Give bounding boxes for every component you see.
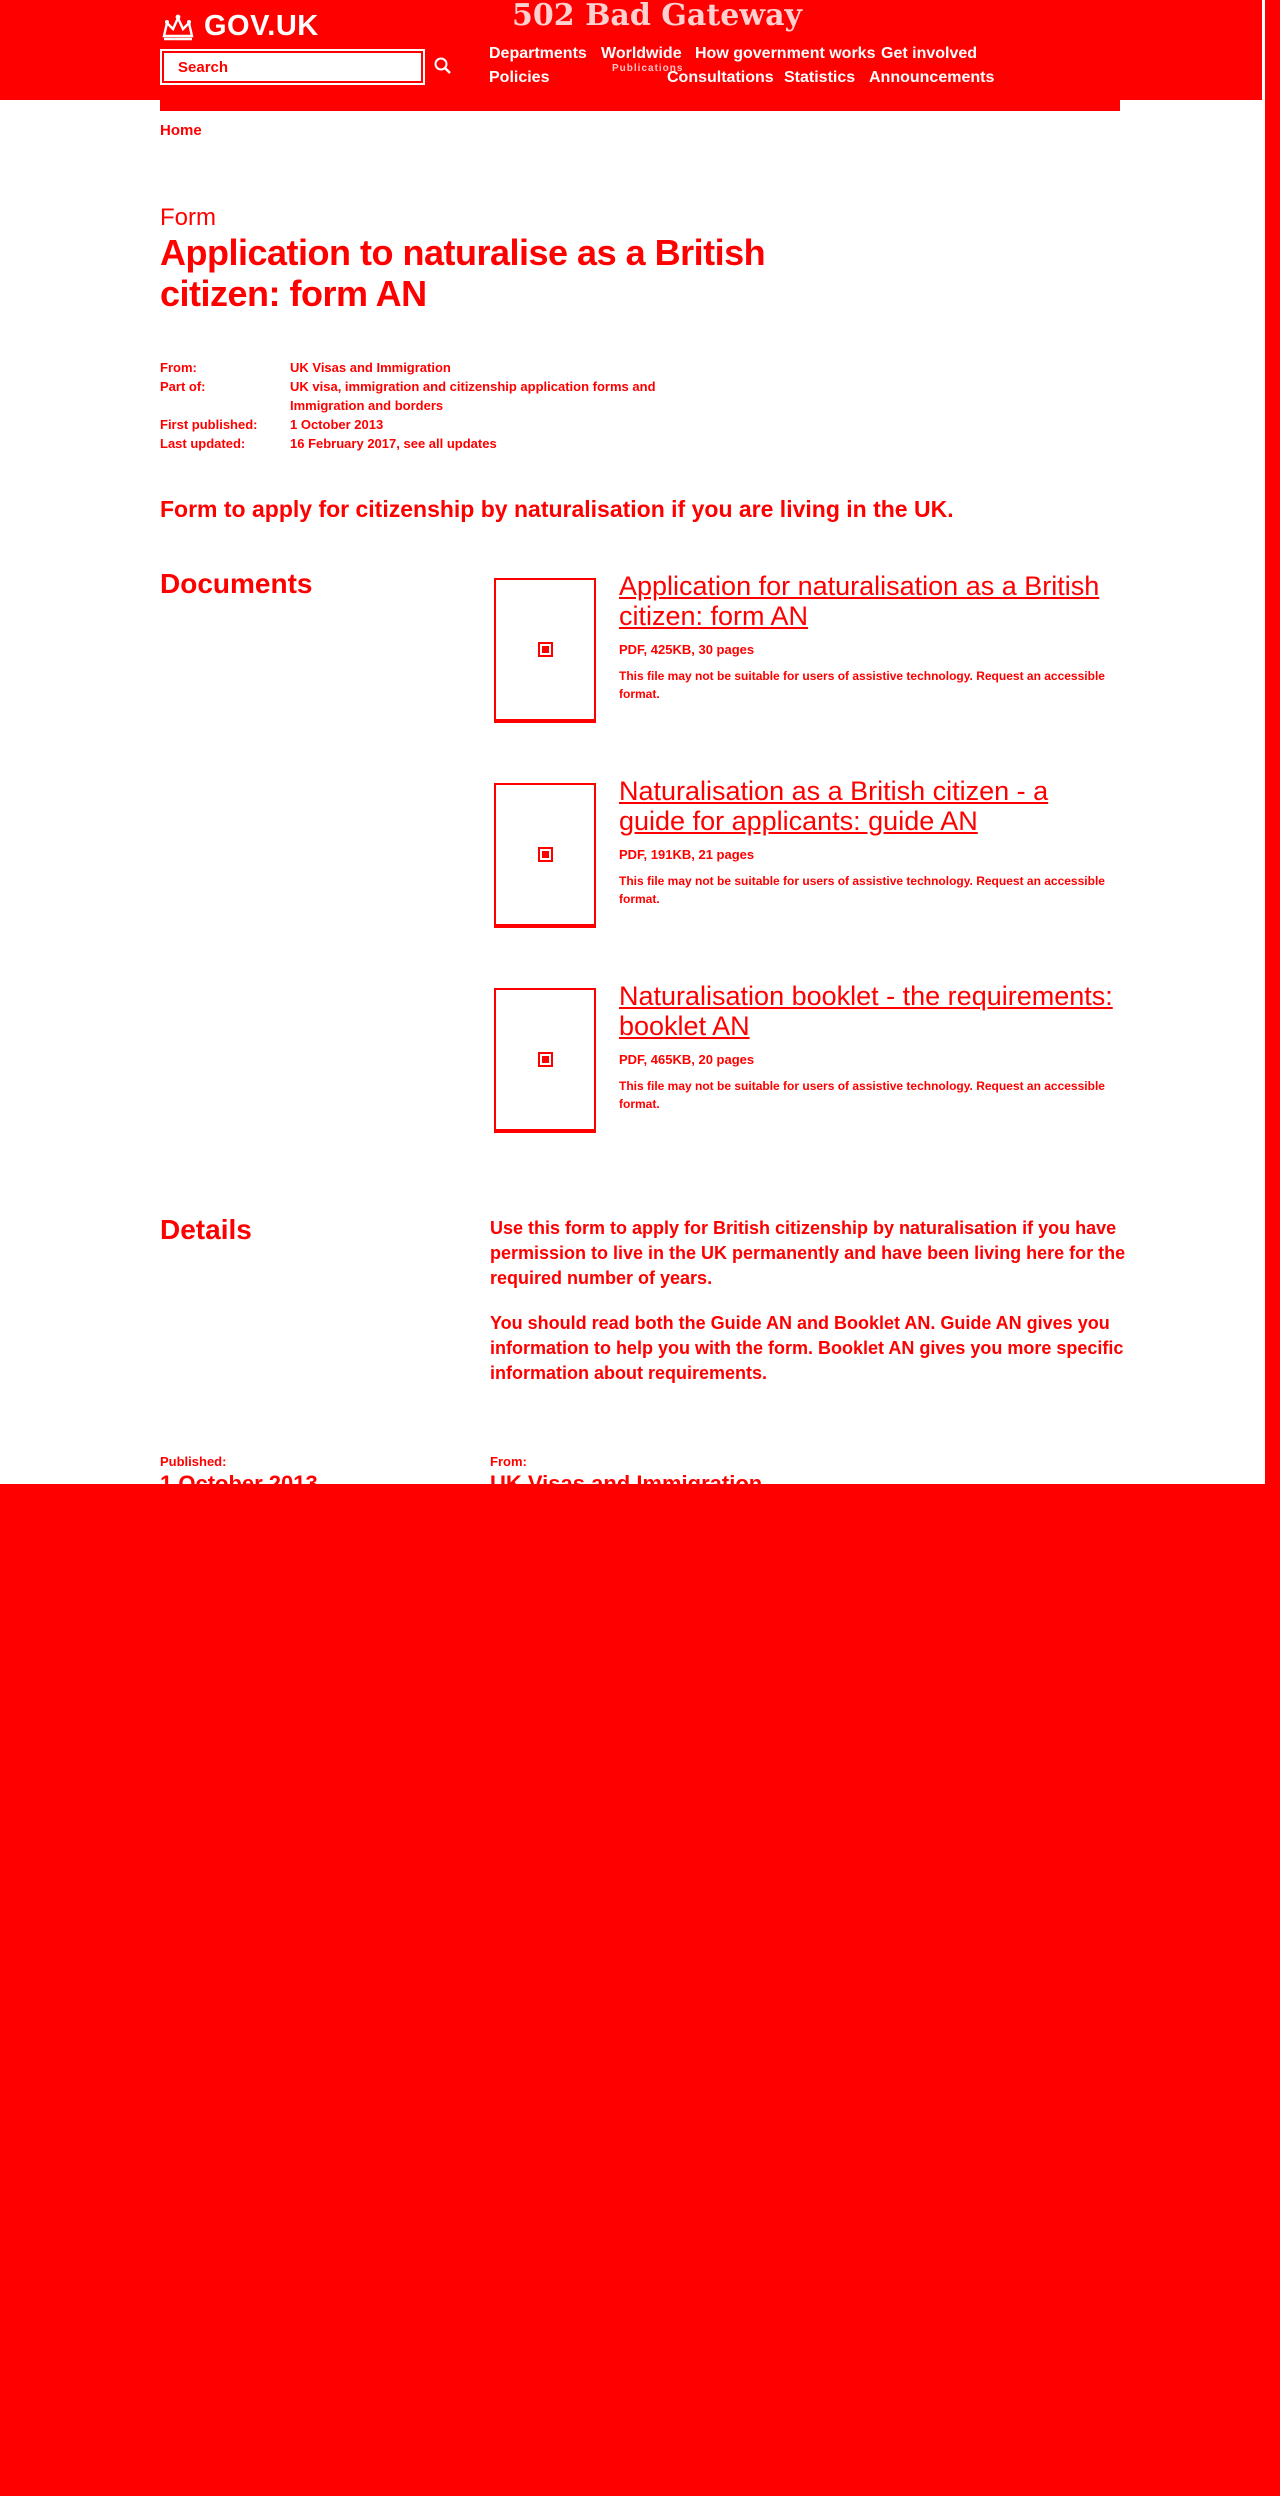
meta-first-published: 1 October 2013	[290, 417, 384, 432]
from-org-link[interactable]: UK Visas and Immigration	[490, 1474, 762, 1484]
crown-icon	[160, 13, 196, 41]
metadata-block: From: UK Visas and Immigration Part of: …	[160, 358, 730, 453]
logo-text: GOV.UK	[204, 10, 319, 42]
details-paragraph: You should read both the Guide AN and Bo…	[490, 1313, 1124, 1383]
document-item: Naturalisation booklet - the requirement…	[493, 981, 1114, 1138]
document-icon	[537, 1052, 553, 1067]
nav-get-involved[interactable]: Get involved	[881, 45, 977, 63]
nav-how-government-works[interactable]: How government works	[695, 45, 875, 63]
document-item: Application for naturalisation as a Brit…	[493, 571, 1114, 728]
accessibility-note-text: This file may not be suitable for users …	[619, 874, 973, 889]
documents-heading: Documents	[160, 568, 313, 599]
document-file-info: PDF, 425KB, 30 pages	[619, 642, 755, 658]
document-thumbnail[interactable]	[494, 988, 596, 1133]
nav-worldwide[interactable]: Worldwide	[601, 45, 682, 63]
nav-departments[interactable]: Departments	[489, 45, 587, 63]
meta-part-of-label: Part of:	[160, 379, 206, 394]
document-thumbnail[interactable]	[494, 783, 596, 928]
accessibility-note-text: This file may not be suitable for users …	[619, 669, 973, 684]
published-label: Published:	[160, 1454, 227, 1469]
header-stripe	[160, 100, 1120, 111]
search-input[interactable]	[164, 53, 421, 81]
document-icon	[537, 847, 553, 862]
nav-announcements[interactable]: Announcements	[869, 69, 994, 87]
error-banner: 502 Bad Gateway	[512, 0, 802, 33]
breadcrumb-home[interactable]: Home	[160, 122, 202, 139]
document-item: Naturalisation as a British citizen - a …	[493, 776, 1114, 933]
meta-last-updated: 16 February 2017,	[290, 436, 400, 451]
nav-consultations[interactable]: Consultations	[667, 69, 774, 87]
document-accessibility-note: This file may not be suitable for users …	[619, 667, 1114, 703]
from-label: From:	[490, 1454, 527, 1469]
search-button[interactable]	[428, 52, 458, 82]
meta-part-of-and: and	[632, 379, 656, 394]
meta-last-updated-label: Last updated:	[160, 436, 246, 451]
meta-part-of-link-immigration[interactable]: Immigration and borders	[290, 398, 443, 413]
nav-statistics[interactable]: Statistics	[784, 69, 855, 87]
details-heading: Details	[160, 1214, 252, 1245]
document-icon	[537, 642, 553, 657]
document-title-link[interactable]: Naturalisation booklet - the requirement…	[619, 981, 1114, 1041]
page-title: Application to naturalise as a British c…	[160, 232, 766, 315]
details-paragraph: Use this form to apply for British citiz…	[490, 1218, 1126, 1288]
document-accessibility-note: This file may not be suitable for users …	[619, 872, 1114, 908]
document-title-link[interactable]: Naturalisation as a British citizen - a …	[619, 776, 1114, 836]
see-all-updates-link[interactable]: see all updates	[403, 436, 496, 451]
document-thumbnail[interactable]	[494, 578, 596, 723]
govuk-logo-link[interactable]: GOV.UK	[160, 10, 319, 43]
meta-part-of-link-forms[interactable]: UK visa, immigration and citizenship app…	[290, 379, 629, 394]
nav-policies[interactable]: Policies	[489, 69, 549, 87]
details-body: Use this form to apply for British citiz…	[490, 1216, 1130, 1386]
accessibility-note-text: This file may not be suitable for users …	[619, 1079, 973, 1094]
document-title-link[interactable]: Application for naturalisation as a Brit…	[619, 571, 1114, 631]
search-icon	[434, 57, 452, 78]
meta-from-label: From:	[160, 360, 197, 375]
meta-from-link[interactable]: UK Visas and Immigration	[290, 360, 451, 375]
page-edge	[1262, 0, 1265, 1484]
published-value: 1 October 2013	[160, 1474, 318, 1484]
document-format: Form	[160, 204, 216, 231]
meta-first-published-label: First published:	[160, 417, 258, 432]
document-accessibility-note: This file may not be suitable for users …	[619, 1077, 1114, 1113]
page-summary: Form to apply for citizenship by natural…	[160, 496, 954, 522]
document-file-info: PDF, 465KB, 20 pages	[619, 1052, 755, 1068]
search-box	[160, 49, 425, 85]
site-header: 502 Bad Gateway GOV.UK Departm	[0, 0, 1262, 100]
document-file-info: PDF, 191KB, 21 pages	[619, 847, 755, 863]
